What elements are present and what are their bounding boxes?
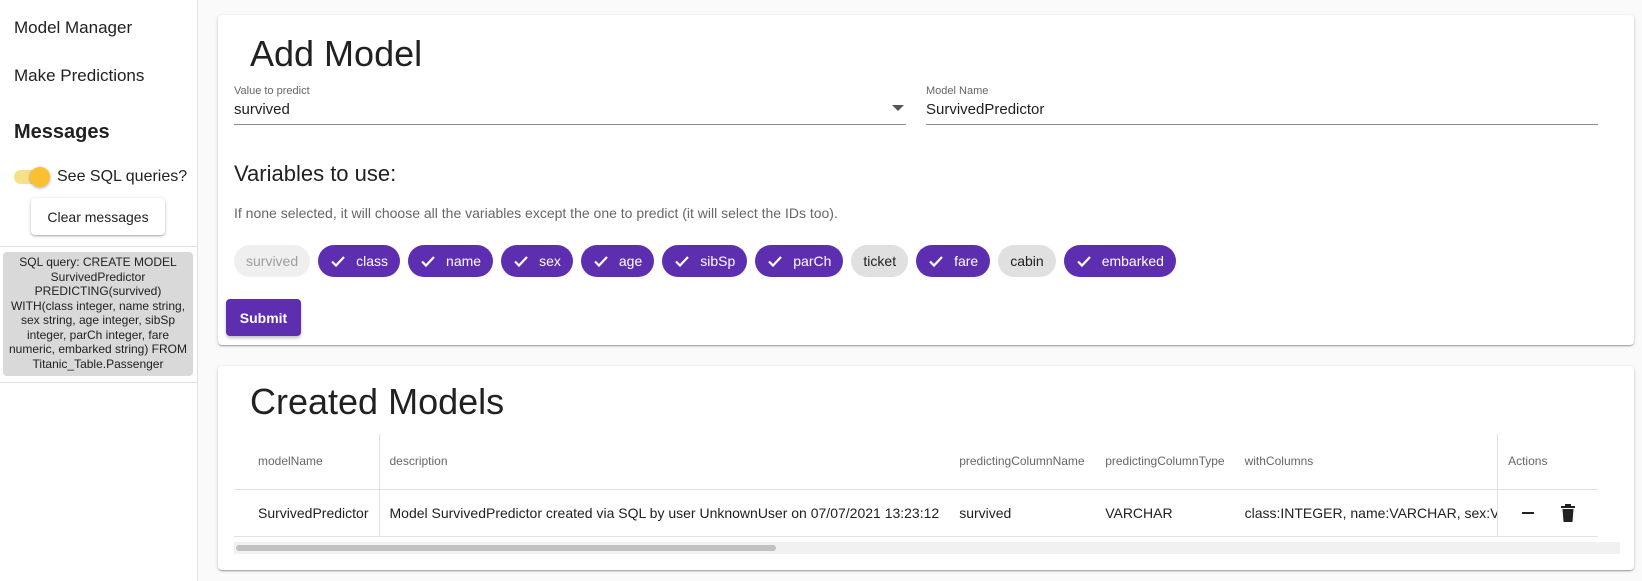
chip-embarked[interactable]: embarked xyxy=(1063,245,1176,277)
chip-sibsp[interactable]: sibSp xyxy=(662,245,748,277)
col-header-predictingcolumnname[interactable]: predictingColumnName xyxy=(949,434,1096,490)
check-icon xyxy=(421,256,435,268)
chip-label: cabin xyxy=(1010,253,1044,269)
messages-heading: Messages xyxy=(14,121,110,143)
submit-button[interactable]: Submit xyxy=(226,299,301,336)
col-header-modelname[interactable]: modelName xyxy=(234,434,380,490)
chip-name[interactable]: name xyxy=(408,245,494,277)
cell-description: Model SurvivedPredictor created via SQL … xyxy=(379,489,950,537)
created-models-card: Created Models modelName description pre… xyxy=(218,366,1634,570)
cell-predictingcolumnname: survived xyxy=(949,489,1096,537)
check-icon xyxy=(514,256,528,268)
sidebar-divider xyxy=(0,246,198,247)
chip-ticket[interactable]: ticket xyxy=(851,245,909,277)
chip-label: parCh xyxy=(793,253,832,269)
chip-parch[interactable]: parCh xyxy=(755,245,844,277)
chip-age[interactable]: age xyxy=(580,245,655,277)
clear-messages-button[interactable]: Clear messages xyxy=(31,198,165,235)
cell-withcolumns: class:INTEGER, name:VARCHAR, sex:VA xyxy=(1234,489,1498,537)
chip-label: fare xyxy=(954,253,979,269)
add-model-card: Add Model Value to predict Model Name Va… xyxy=(218,15,1634,345)
add-model-title: Add Model xyxy=(250,33,423,74)
variables-hint: If none selected, it will choose all the… xyxy=(234,205,838,221)
chip-label: sex xyxy=(539,253,561,269)
chip-class[interactable]: class xyxy=(318,245,401,277)
chip-label: survived xyxy=(246,253,299,269)
nav-model-manager[interactable]: Model Manager xyxy=(14,18,132,38)
cell-actions xyxy=(1497,489,1598,537)
chip-label: age xyxy=(618,253,643,269)
check-icon xyxy=(675,256,690,268)
sql-toggle-row: See SQL queries? xyxy=(14,167,187,187)
variables-heading: Variables to use: xyxy=(234,161,397,186)
value-to-predict-label: Value to predict xyxy=(234,85,310,97)
value-to-predict-select[interactable] xyxy=(234,97,906,125)
horizontal-scrollbar[interactable] xyxy=(234,542,1620,554)
dropdown-arrow-icon[interactable] xyxy=(892,105,904,111)
table-row: SurvivedPredictor Model SurvivedPredicto… xyxy=(234,489,1598,537)
sidebar-divider xyxy=(0,382,198,383)
chip-label: sibSp xyxy=(700,253,736,269)
check-icon xyxy=(1076,256,1091,268)
chip-cabin[interactable]: cabin xyxy=(998,245,1056,277)
model-name-field: Model Name xyxy=(926,85,1598,125)
row-actions xyxy=(1508,503,1588,523)
check-icon xyxy=(331,256,345,268)
models-table: modelName description predictingColumnNa… xyxy=(234,434,1598,537)
scrollbar-thumb[interactable] xyxy=(236,545,776,551)
col-header-withcolumns[interactable]: withColumns xyxy=(1234,434,1498,490)
created-models-title: Created Models xyxy=(250,381,505,422)
check-icon xyxy=(768,256,783,268)
sql-message: SQL query: CREATE MODEL SurvivedPredicto… xyxy=(3,252,193,376)
see-sql-toggle[interactable] xyxy=(14,167,50,187)
toggle-thumb xyxy=(30,167,50,187)
cell-modelname: SurvivedPredictor xyxy=(234,489,380,537)
table-header-row: modelName description predictingColumnNa… xyxy=(234,434,1598,490)
col-header-predictingcolumntype[interactable]: predictingColumnType xyxy=(1095,434,1235,490)
chip-label: class xyxy=(356,253,389,269)
chip-label: name xyxy=(446,253,482,269)
model-name-input[interactable] xyxy=(926,97,1598,125)
see-sql-label: See SQL queries? xyxy=(57,168,188,185)
minus-icon[interactable] xyxy=(1518,503,1538,523)
chip-survived: survived xyxy=(234,245,311,277)
chip-label: ticket xyxy=(863,253,897,269)
model-name-label: Model Name xyxy=(926,85,989,97)
col-header-description[interactable]: description xyxy=(379,434,950,490)
chip-fare[interactable]: fare xyxy=(916,245,991,277)
chip-label: embarked xyxy=(1101,253,1164,269)
sidebar: Model Manager Make Predictions Messages … xyxy=(0,0,198,581)
chip-sex[interactable]: sex xyxy=(501,245,573,277)
variable-chips: survived class name sex age sibSp parCh ticket f… xyxy=(234,245,1176,277)
value-to-predict-field: Value to predict xyxy=(234,85,906,125)
cell-predictingcolumntype: VARCHAR xyxy=(1095,489,1235,537)
trash-icon[interactable] xyxy=(1558,503,1578,523)
value-to-predict-select-wrap xyxy=(234,97,906,125)
check-icon xyxy=(594,256,608,268)
check-icon xyxy=(929,256,943,268)
nav-make-predictions[interactable]: Make Predictions xyxy=(14,66,144,86)
col-header-actions: Actions xyxy=(1497,434,1598,490)
